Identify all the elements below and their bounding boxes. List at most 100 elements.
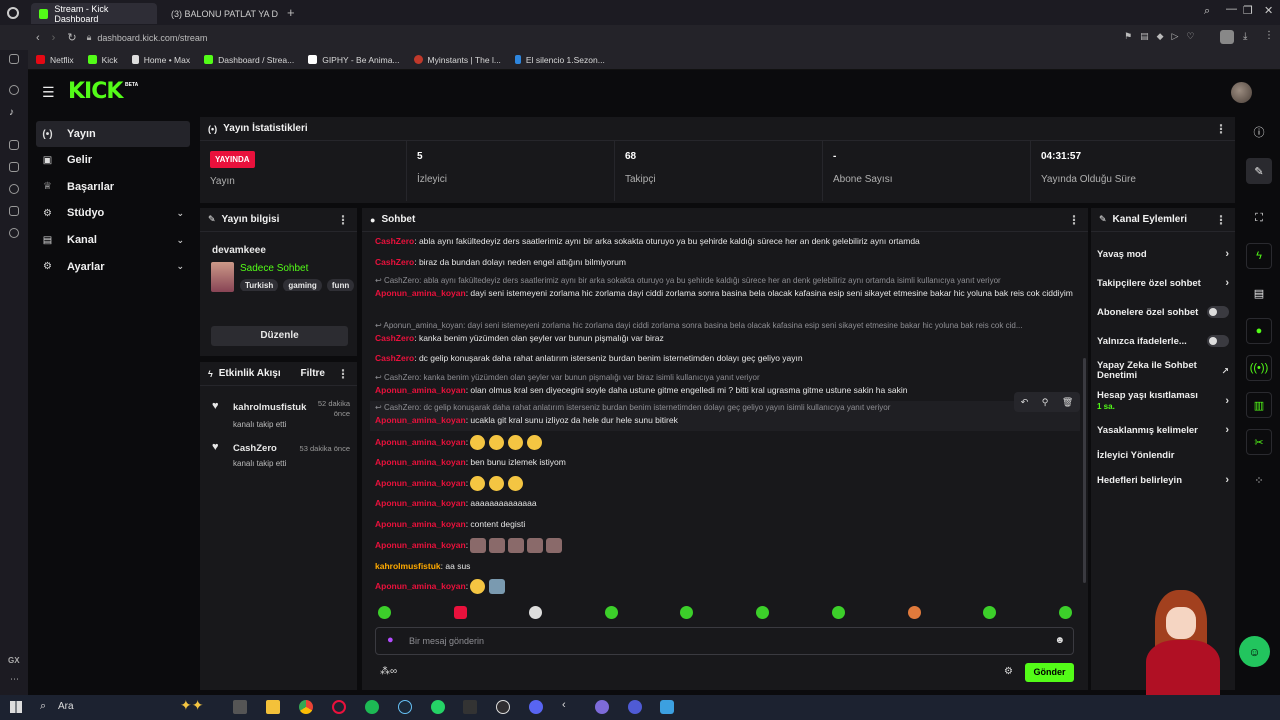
support-chat-button[interactable]: ☺ <box>1239 636 1270 667</box>
chat-username[interactable]: Aponun_amina_koyan <box>375 519 466 529</box>
send-button[interactable]: Gönder <box>1025 663 1074 682</box>
bookmark-dashboard[interactable]: Dashboard / Strea... <box>204 55 294 65</box>
chat-username[interactable]: CashZero <box>375 236 414 246</box>
steam-icon[interactable] <box>398 700 412 714</box>
chat-message[interactable]: Aponun_amina_koyan: ben bunu izlemek ist… <box>375 456 1078 469</box>
gx-label[interactable]: GX <box>8 656 20 665</box>
chevron-down-icon[interactable]: ⌄ <box>176 235 184 246</box>
extension-icons[interactable]: ⚑▤◆▷♡ <box>1124 31 1202 42</box>
minimize-icon[interactable]: — <box>1226 3 1237 15</box>
search-tabs-icon[interactable]: ⌕ <box>1204 5 1210 18</box>
kebab-menu-icon[interactable]: ⋮ <box>1215 122 1227 136</box>
chat-username[interactable]: Aponun_amina_koyan <box>375 540 466 550</box>
kick-logo[interactable]: KICK <box>68 79 123 104</box>
sidebar-history-icon[interactable] <box>9 184 19 194</box>
lightning-icon[interactable]: ϟ <box>1246 243 1272 269</box>
kick-app-icon[interactable]: ‹ <box>562 699 576 713</box>
emote-icon[interactable] <box>832 606 845 619</box>
bookmark-myinstants[interactable]: Myinstants | The l... <box>413 55 501 65</box>
chat-message[interactable]: CashZero: biraz da bundan dolayı neden e… <box>375 256 1078 269</box>
nav-yayin[interactable]: (•) Yayın <box>36 121 190 147</box>
chat-message[interactable]: ↩ CashZero: kanka benim yüzümden olan şe… <box>375 371 1078 397</box>
chat-username[interactable]: Aponun_amina_koyan <box>375 478 466 488</box>
info-icon[interactable]: ⓘ <box>1246 119 1272 145</box>
chevron-down-icon[interactable]: ⌄ <box>176 208 184 219</box>
url-input[interactable]: dashboard.kick.com/stream <box>97 33 207 43</box>
chat-username[interactable]: Aponun_amina_koyan <box>375 415 466 425</box>
chat-icon[interactable]: ● <box>1246 318 1272 344</box>
chat-username[interactable]: Aponun_amina_koyan <box>375 288 466 298</box>
app-icon[interactable] <box>660 700 674 714</box>
chat-username[interactable]: CashZero <box>375 257 414 267</box>
back-icon[interactable]: ‹ <box>36 32 40 44</box>
chat-message[interactable]: Aponun_amina_koyan: <box>375 476 1078 491</box>
chat-username[interactable]: Aponun_amina_koyan <box>375 457 466 467</box>
tab-kick-dashboard[interactable]: Stream - Kick Dashboard <box>31 3 157 24</box>
activity-user[interactable]: kahrolmusfistuk <box>233 402 306 413</box>
nav-gelir[interactable]: ▣ Gelir <box>28 147 198 173</box>
action-slow-mode[interactable]: Yavaş mod › <box>1097 248 1229 260</box>
wrench-icon[interactable]: ✂ <box>1246 429 1272 455</box>
file-explorer-icon[interactable] <box>266 700 280 714</box>
bookmark-giphy[interactable]: GIPHY - Be Anima... <box>308 55 400 65</box>
bookmark-kick[interactable]: Kick <box>87 55 118 65</box>
edit-button[interactable]: Düzenle <box>211 326 348 346</box>
chat-username[interactable]: CashZero <box>375 353 414 363</box>
reply-icon[interactable]: ↶ <box>1021 396 1029 409</box>
epic-games-icon[interactable] <box>463 700 477 714</box>
filter-button[interactable]: Filtre <box>301 368 325 379</box>
chat-message[interactable]: CashZero: abla aynı fakültedeyiz ders sa… <box>375 235 1078 248</box>
action-raid[interactable]: İzleyici Yönlendir <box>1097 450 1229 461</box>
action-ai-moderation[interactable]: Yapay Zeka ile Sohbet Denetimi ↗ <box>1097 361 1229 381</box>
forward-icon[interactable]: › <box>52 32 56 44</box>
action-banned-words[interactable]: Yasaklanmış kelimeler › <box>1097 424 1229 436</box>
close-icon[interactable]: ✕ <box>1264 4 1273 17</box>
menu-icon[interactable]: ⋮ <box>1264 30 1274 41</box>
kebab-menu-icon[interactable]: ⋮ <box>337 367 349 381</box>
chat-message-hovered[interactable]: ↩ CashZero: dc gelip konuşarak daha raha… <box>370 392 1080 431</box>
chat-message[interactable]: Aponun_amina_koyan: <box>375 435 1078 450</box>
chat-message[interactable]: kahrolmusfistuk: aa sus <box>375 560 1078 573</box>
document-icon[interactable]: ▤ <box>1246 280 1272 306</box>
category-link[interactable]: Sadece Sohbet <box>240 263 308 274</box>
obs-icon[interactable] <box>496 700 510 714</box>
chat-input-box[interactable]: ● Bir mesaj gönderin ☻ <box>375 627 1074 655</box>
apps-icon[interactable]: ⁘ <box>1246 467 1272 493</box>
tag[interactable]: Turkish <box>240 279 279 291</box>
vpn-icon[interactable] <box>595 700 609 714</box>
sidebar-cube-icon[interactable] <box>9 162 19 172</box>
toggle-switch[interactable] <box>1207 335 1229 347</box>
action-account-age[interactable]: Hesap yaşı kısıtlaması 1 sa. › <box>1097 390 1229 412</box>
microphone-icon[interactable]: ● <box>387 634 394 646</box>
nav-kanal[interactable]: ▤ Kanal ⌄ <box>28 227 198 253</box>
emote-icon[interactable] <box>378 606 391 619</box>
tag[interactable]: gaming <box>283 279 322 291</box>
vtube-studio-icon[interactable] <box>628 700 642 714</box>
pencil-icon[interactable]: ✎ <box>1246 158 1272 184</box>
sidebar-chatgpt-icon[interactable] <box>9 85 19 95</box>
opera-gx-icon[interactable] <box>332 700 346 714</box>
chrome-icon[interactable] <box>299 700 313 714</box>
chat-settings-icon[interactable]: ⚙ <box>1004 666 1013 677</box>
chevron-down-icon[interactable]: ⌄ <box>176 261 184 272</box>
emote-icon[interactable] <box>908 606 921 619</box>
emote-icon[interactable] <box>454 606 467 619</box>
spotify-icon[interactable] <box>365 700 379 714</box>
broadcast-icon[interactable]: ((•)) <box>1246 355 1272 381</box>
sidebar-tiktok-icon[interactable]: ♪ <box>9 107 19 118</box>
chat-username[interactable]: Aponun_amina_koyan <box>375 385 466 395</box>
emote-icon[interactable] <box>605 606 618 619</box>
tag[interactable]: funn <box>326 279 355 291</box>
reload-icon[interactable]: ↻ <box>67 31 76 44</box>
maximize-icon[interactable]: ❐ <box>1243 4 1253 17</box>
discord-icon[interactable] <box>529 700 543 714</box>
chat-message[interactable]: CashZero: dc gelip konuşarak daha rahat … <box>375 352 1078 365</box>
layout-icon[interactable]: ▥ <box>1246 392 1272 418</box>
emote-icon[interactable] <box>680 606 693 619</box>
chat-message[interactable]: Aponun_amina_koyan: content degisti <box>375 518 1078 531</box>
emote-icon[interactable] <box>529 606 542 619</box>
kebab-menu-icon[interactable]: ⋮ <box>1215 213 1227 227</box>
taskbar-search-icon[interactable]: ⌕ <box>40 700 46 713</box>
delete-icon[interactable]: 🗑︎ <box>1062 396 1073 409</box>
chat-settings-left-icon[interactable]: ⁂∞ <box>380 666 397 677</box>
